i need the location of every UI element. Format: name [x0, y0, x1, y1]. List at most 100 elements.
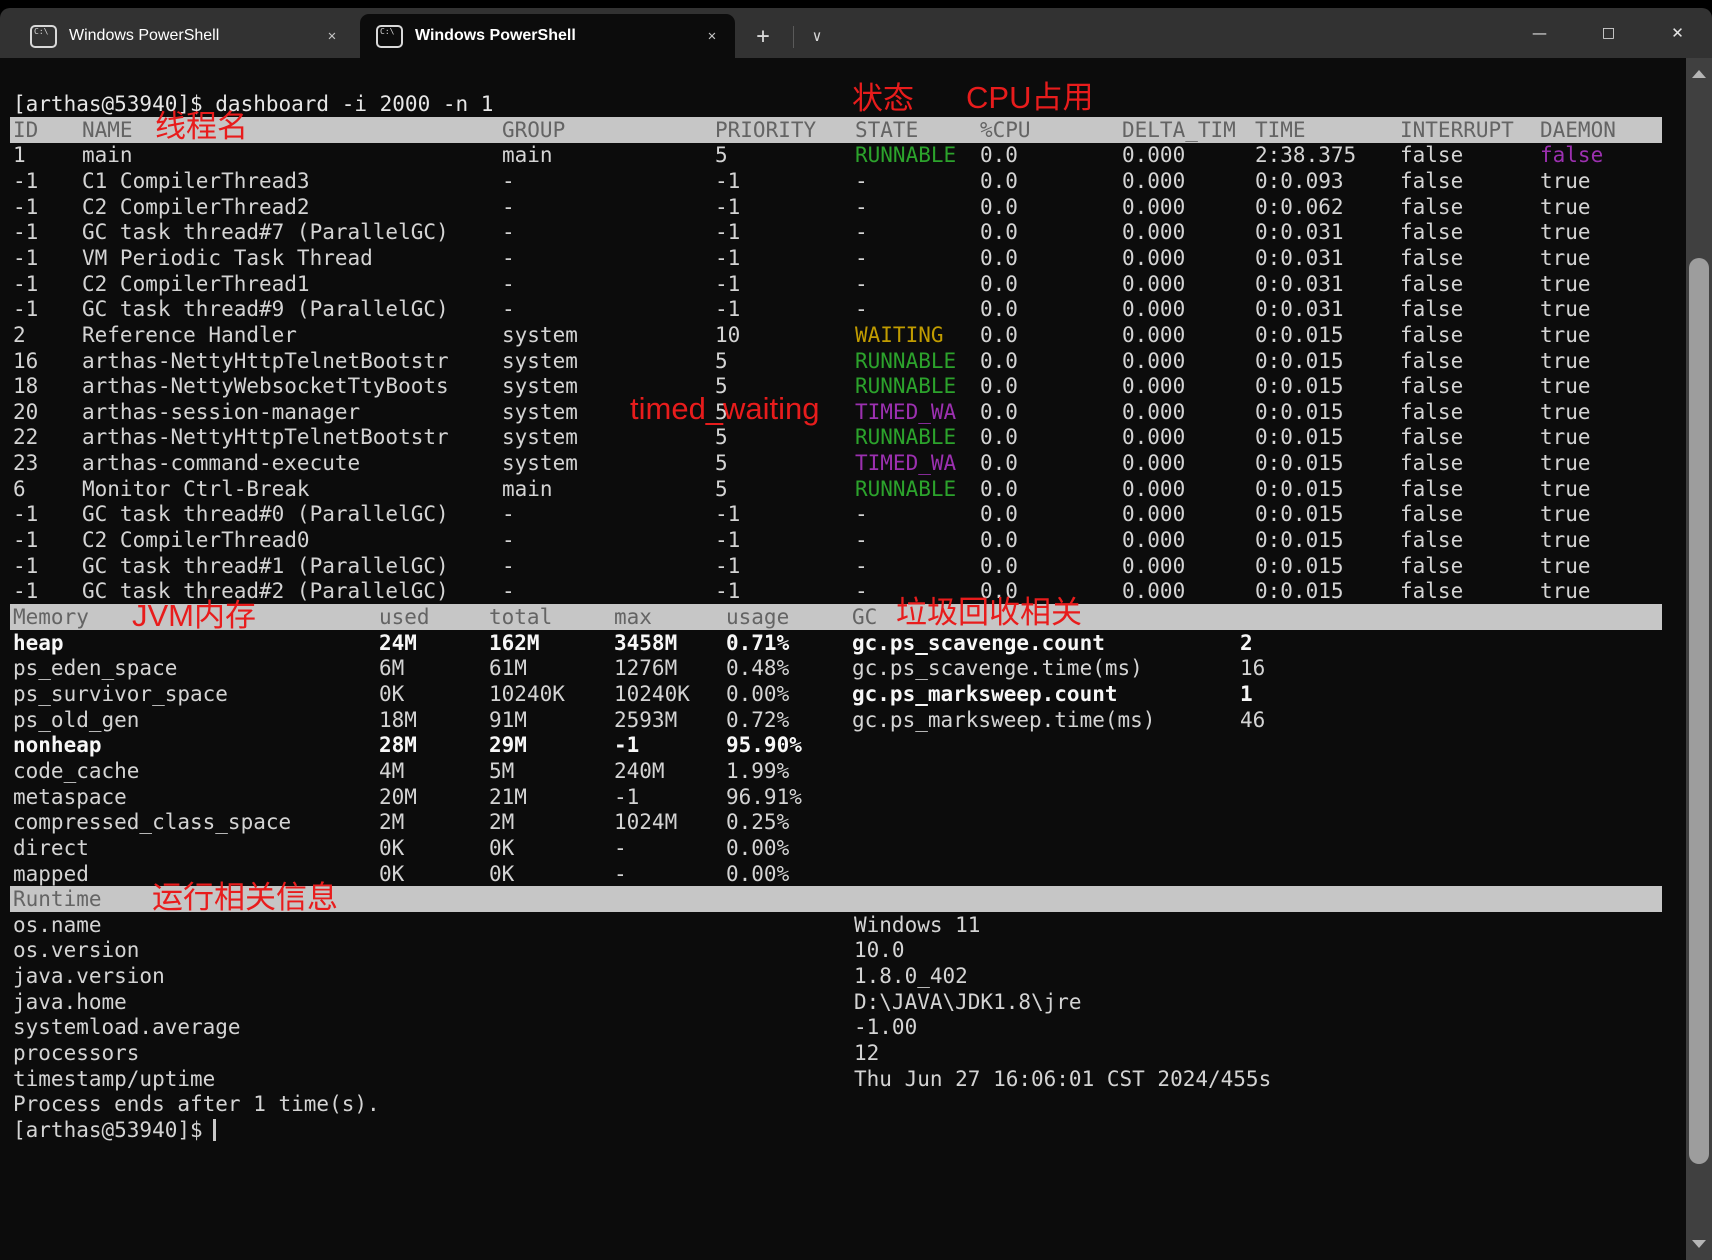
thread-row: 1mainmain5RUNNABLE0.00.0002:38.375falsef… — [0, 142, 1712, 168]
text-cursor — [213, 1119, 216, 1141]
thread-row: -1GC task thread#1 (ParallelGC)--1-0.00.… — [0, 553, 1712, 579]
text-cell: STATE — [855, 117, 918, 143]
tab-title: Windows PowerShell — [69, 27, 317, 45]
text-cell: 1 — [13, 142, 26, 168]
text-cell: 0.0 — [980, 194, 1018, 220]
text-cell: 0.0 — [980, 348, 1018, 374]
text-cell: -1 — [13, 271, 38, 297]
text-cell: 0:0.015 — [1255, 578, 1344, 604]
text-cell: 0K — [489, 861, 514, 887]
gc-row: gc.ps_marksweep.time(ms)46 — [0, 707, 1712, 733]
text-cell: true — [1540, 501, 1591, 527]
text-cell: gc.ps_marksweep.count — [852, 681, 1118, 707]
scroll-up-arrow[interactable] — [1686, 66, 1712, 82]
memory-row: code_cache4M5M240M1.99% — [0, 758, 1712, 784]
text-cell: 0.0 — [980, 527, 1018, 553]
text-cell: true — [1540, 245, 1591, 271]
memory-table-header: MemoryusedtotalmaxusageGC — [0, 604, 1712, 630]
text-cell: Runtime — [13, 886, 102, 912]
thread-row: 18arthas-NettyWebsocketTtyBootssystem5RU… — [0, 373, 1712, 399]
text-cell: gc.ps_marksweep.time(ms) — [852, 707, 1155, 733]
text-cell: nonheap — [13, 732, 102, 758]
minimize-button[interactable]: — — [1505, 8, 1574, 58]
text-cell: false — [1400, 553, 1463, 579]
annotation: CPU占用 — [966, 82, 1093, 113]
text-cell: main — [502, 142, 553, 168]
text-cell: 2 — [1240, 630, 1253, 656]
text-cell: false — [1400, 142, 1463, 168]
memory-row: nonheap28M29M-195.90% — [0, 732, 1712, 758]
tab-close-icon[interactable]: ✕ — [317, 28, 347, 44]
text-cell: 0.000 — [1122, 348, 1185, 374]
text-cell: %CPU — [980, 117, 1031, 143]
text-cell: false — [1400, 296, 1463, 322]
text-cell: NAME — [82, 117, 133, 143]
maximize-button[interactable]: □ — [1574, 8, 1643, 58]
text-cell: Process ends after 1 time(s). — [13, 1091, 380, 1117]
text-cell: C2 CompilerThread1 — [82, 271, 310, 297]
text-cell: 0:0.015 — [1255, 348, 1344, 374]
text-cell: 22 — [13, 424, 38, 450]
process-end-line: Process ends after 1 time(s). — [0, 1091, 1712, 1117]
tab-windows-powershell-1[interactable]: C:\ Windows PowerShell ✕ — [14, 14, 355, 58]
scroll-down-arrow[interactable] — [1686, 1236, 1712, 1252]
tab-close-icon[interactable]: ✕ — [697, 28, 727, 44]
thread-row: -1GC task thread#7 (ParallelGC)--1-0.00.… — [0, 219, 1712, 245]
text-cell: true — [1540, 450, 1591, 476]
text-cell: system — [502, 450, 578, 476]
tab-dropdown-button[interactable]: ∨ — [797, 14, 837, 58]
thread-row: 22arthas-NettyHttpTelnetBootstrsystem5RU… — [0, 424, 1712, 450]
text-cell: 29M — [489, 732, 527, 758]
text-cell: 0.000 — [1122, 553, 1185, 579]
text-cell: -1 — [13, 553, 38, 579]
text-cell: 0.0 — [980, 450, 1018, 476]
text-cell: GC task thread#0 (ParallelGC) — [82, 501, 449, 527]
text-cell: 0:0.015 — [1255, 501, 1344, 527]
text-cell: 0.0 — [980, 399, 1018, 425]
text-cell: 6 — [13, 476, 26, 502]
text-cell: TIMED_WA — [855, 450, 956, 476]
thread-row: 2Reference Handlersystem10WAITING0.00.00… — [0, 322, 1712, 348]
text-cell: GC task thread#1 (ParallelGC) — [82, 553, 449, 579]
text-cell: - — [855, 245, 868, 271]
text-cell: 1 — [1240, 681, 1253, 707]
text-cell: 0.000 — [1122, 194, 1185, 220]
thread-table-header: IDNAMEGROUPPRIORITYSTATE%CPUDELTA_TIMTIM… — [0, 117, 1712, 143]
text-cell: gc.ps_scavenge.time(ms) — [852, 655, 1143, 681]
text-cell: 0.0 — [980, 245, 1018, 271]
text-cell: metaspace — [13, 784, 127, 810]
text-cell: TIME — [1255, 117, 1306, 143]
text-cell: 5 — [715, 142, 728, 168]
text-cell: total — [489, 604, 552, 630]
thread-row: 16arthas-NettyHttpTelnetBootstrsystem5RU… — [0, 348, 1712, 374]
text-cell: os.name — [13, 912, 102, 938]
text-cell: true — [1540, 322, 1591, 348]
text-cell: false — [1400, 424, 1463, 450]
terminal-content[interactable]: [arthas@53940]$ dashboard -i 2000 -n 1ID… — [0, 58, 1712, 1260]
text-cell: 0:0.031 — [1255, 219, 1344, 245]
text-cell: - — [855, 553, 868, 579]
text-cell: true — [1540, 424, 1591, 450]
text-cell: 1.99% — [726, 758, 789, 784]
thread-row: 23arthas-command-executesystem5TIMED_WA0… — [0, 450, 1712, 476]
text-cell: false — [1400, 501, 1463, 527]
text-cell: 0:0.062 — [1255, 194, 1344, 220]
text-cell: DELTA_TIM — [1122, 117, 1236, 143]
tab-bar: C:\ Windows PowerShell ✕ C:\ Windows Pow… — [0, 8, 1712, 58]
text-cell: code_cache — [13, 758, 139, 784]
text-cell: 20 — [13, 399, 38, 425]
text-cell: false — [1400, 271, 1463, 297]
text-cell: 20M — [379, 784, 417, 810]
new-tab-button[interactable]: + — [743, 14, 783, 58]
tab-windows-powershell-2[interactable]: C:\ Windows PowerShell ✕ — [360, 14, 735, 58]
text-cell: system — [502, 322, 578, 348]
text-cell: -1 — [13, 527, 38, 553]
text-cell: false — [1400, 194, 1463, 220]
text-cell: GC task thread#9 (ParallelGC) — [82, 296, 449, 322]
text-cell: 0K — [489, 835, 514, 861]
text-cell: 1024M — [614, 809, 677, 835]
text-cell: 5 — [715, 450, 728, 476]
thread-row: -1GC task thread#9 (ParallelGC)--1-0.00.… — [0, 296, 1712, 322]
text-cell: 0.0 — [980, 219, 1018, 245]
close-button[interactable]: ✕ — [1643, 8, 1712, 58]
